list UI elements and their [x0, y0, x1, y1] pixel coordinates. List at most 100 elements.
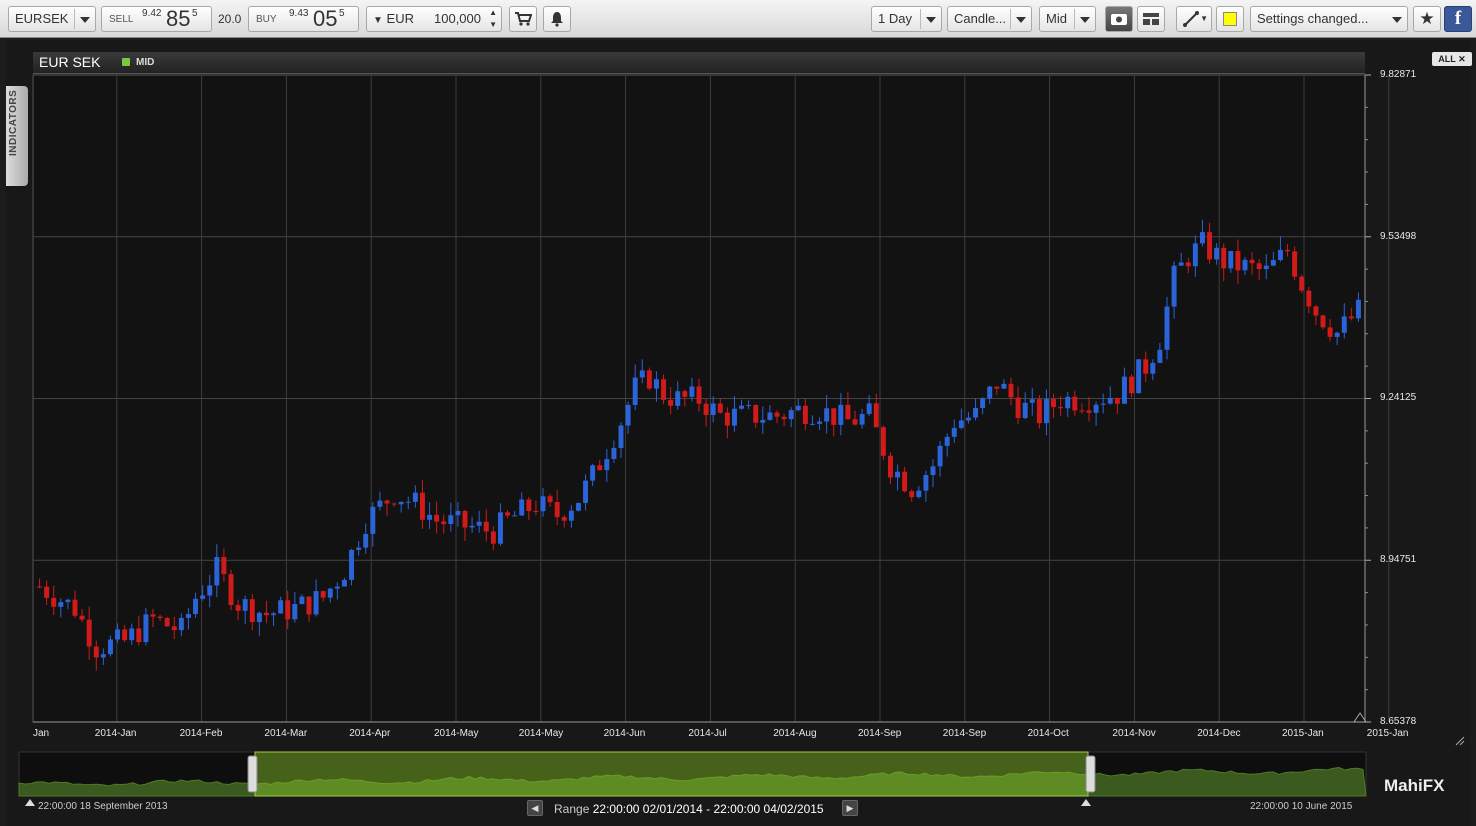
candle-body: [1355, 299, 1361, 319]
candle-body: [831, 408, 837, 425]
candle-body: [1051, 399, 1057, 408]
candle-body: [285, 600, 291, 620]
candle-body: [1306, 290, 1312, 307]
candle-body: [448, 515, 454, 525]
candle-body: [746, 405, 752, 407]
candle-body: [1327, 327, 1333, 337]
x-tick-label: 2014-Jun: [603, 728, 646, 739]
range-next-button[interactable]: ▶: [842, 800, 858, 816]
candle-body: [1256, 263, 1262, 270]
candle-body: [490, 531, 496, 544]
price-chart[interactable]: [0, 0, 1476, 826]
candle-body: [1143, 359, 1149, 374]
candle-body: [675, 391, 681, 406]
candle-body: [710, 403, 716, 416]
candle-body: [540, 496, 546, 512]
x-tick-label: 2014-Sep: [858, 728, 902, 739]
range-display: Range 22:00:00 02/01/2014 - 22:00:00 04/…: [554, 800, 824, 818]
candle-body: [760, 419, 766, 423]
y-tick-label: 8.94751: [1380, 554, 1417, 566]
series-label: MID: [136, 57, 155, 68]
candle-body: [122, 629, 128, 641]
candle-body: [845, 404, 851, 420]
candle-body: [1043, 399, 1049, 424]
candle-body: [994, 386, 1000, 389]
candle-body: [1334, 332, 1340, 337]
candle-body: [625, 404, 631, 426]
candle-body: [292, 604, 298, 620]
candle-body: [973, 407, 979, 418]
candle-body: [72, 599, 78, 616]
candle-body: [164, 617, 170, 627]
candle-body: [902, 471, 908, 492]
candle-body: [958, 420, 964, 428]
candle-body: [171, 626, 177, 631]
candle-body: [256, 612, 262, 623]
candle-body: [341, 579, 347, 587]
candle-body: [391, 503, 397, 505]
candle-body: [86, 619, 92, 647]
candle-body: [469, 525, 475, 528]
candle-body: [207, 585, 213, 596]
candle-body: [639, 370, 645, 378]
candle-body: [157, 616, 163, 618]
x-tick-label: 2014-Feb: [179, 728, 223, 739]
candle-body: [852, 419, 858, 425]
range-prev-button[interactable]: ◀: [527, 800, 543, 816]
candle-body: [859, 413, 865, 425]
candle-body: [65, 599, 71, 603]
candle-body: [802, 405, 808, 424]
candle-body: [753, 405, 759, 423]
candle-body: [1178, 262, 1184, 266]
candle-body: [1136, 359, 1142, 394]
candle-body: [278, 600, 284, 614]
x-tick-label: 2014-Nov: [1112, 728, 1156, 739]
candle-body: [178, 617, 184, 631]
candle-body: [1242, 259, 1248, 271]
candle-body: [306, 596, 312, 615]
candle-body: [895, 471, 901, 478]
x-tick-label: 2015-Jan: [1282, 728, 1324, 739]
candle-body: [1100, 403, 1106, 405]
candle-body: [604, 459, 610, 471]
candle-body: [661, 379, 667, 400]
candle-body: [242, 599, 248, 611]
candle-body: [547, 496, 553, 503]
candle-body: [1320, 315, 1326, 328]
candle-body: [632, 377, 638, 405]
candle-body: [497, 512, 503, 544]
indicators-tab[interactable]: INDICATORS: [6, 86, 28, 186]
all-button[interactable]: ALL ✕: [1432, 52, 1472, 66]
candle-body: [249, 599, 255, 623]
candle-body: [1001, 383, 1007, 389]
indicators-label: INDICATORS: [8, 89, 19, 156]
candle-body: [717, 403, 723, 413]
x-tick-label: 2014-Dec: [1197, 728, 1241, 739]
x-tick-label: 2014-Jul: [688, 728, 727, 739]
candle-body: [618, 425, 624, 448]
candle-body: [1192, 243, 1198, 267]
candle-body: [1171, 265, 1177, 307]
candle-body: [1015, 397, 1021, 418]
candle-body: [944, 436, 950, 446]
navigator-left-handle[interactable]: [247, 755, 258, 793]
x-tick-label: 2014-Aug: [773, 728, 817, 739]
candle-body: [1036, 399, 1042, 424]
navigator-right-handle[interactable]: [1085, 755, 1096, 793]
candle-body: [1008, 383, 1014, 398]
candle-body: [1228, 250, 1234, 269]
candle-body: [1207, 232, 1213, 260]
candle-body: [1263, 265, 1269, 270]
candle-body: [462, 510, 468, 528]
candle-body: [909, 491, 915, 498]
candle-body: [1235, 250, 1241, 271]
candle-body: [136, 628, 142, 643]
brand-logo: MahiFX: [1384, 776, 1444, 796]
candle-body: [682, 391, 688, 397]
candle-body: [455, 510, 461, 516]
candle-body: [987, 386, 993, 399]
candle-body: [1029, 399, 1035, 403]
candle-body: [703, 403, 709, 416]
candle-body: [200, 595, 206, 599]
candle-body: [419, 492, 425, 520]
